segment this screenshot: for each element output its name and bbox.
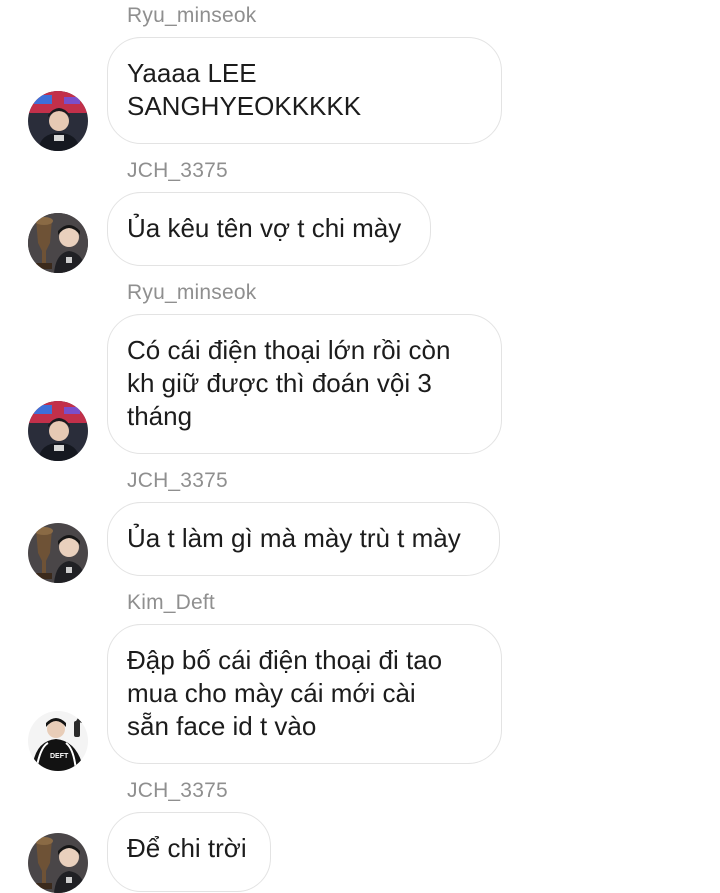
sender-name[interactable]: JCH_3375 [127, 779, 228, 803]
message-bubble[interactable]: Ủa kêu tên vợ t chi mày [107, 192, 431, 266]
sender-name[interactable]: JCH_3375 [127, 159, 228, 183]
message-bubble[interactable]: Yaaaa LEE SANGHYEOKKKKK [107, 37, 502, 144]
sender-name[interactable]: Ryu_minseok [127, 4, 256, 28]
sender-name[interactable]: Kim_Deft [127, 591, 215, 615]
deft-avatar-icon[interactable]: DEFT [28, 711, 88, 771]
deft-avatar-label: DEFT [50, 753, 69, 760]
message-bubble[interactable]: Có cái điện thoại lớn rồi còn kh giữ đượ… [107, 314, 502, 454]
chat-thread[interactable]: Ryu_minseok Yaaaa LEE SANGHYEOKKKKK JCH_… [0, 0, 720, 893]
message-bubble[interactable]: Đập bố cái điện thoại đi tao mua cho mày… [107, 624, 502, 764]
ryu-avatar-icon[interactable] [28, 401, 88, 461]
trophy-avatar-icon[interactable] [28, 213, 88, 273]
trophy-avatar-icon[interactable] [28, 833, 88, 893]
trophy-avatar-icon[interactable] [28, 523, 88, 583]
message-bubble[interactable]: Để chi trời [107, 812, 271, 892]
message-bubble[interactable]: Ủa t làm gì mà mày trù t mày [107, 502, 500, 576]
ryu-avatar-icon[interactable] [28, 91, 88, 151]
sender-name[interactable]: JCH_3375 [127, 469, 228, 493]
sender-name[interactable]: Ryu_minseok [127, 281, 256, 305]
